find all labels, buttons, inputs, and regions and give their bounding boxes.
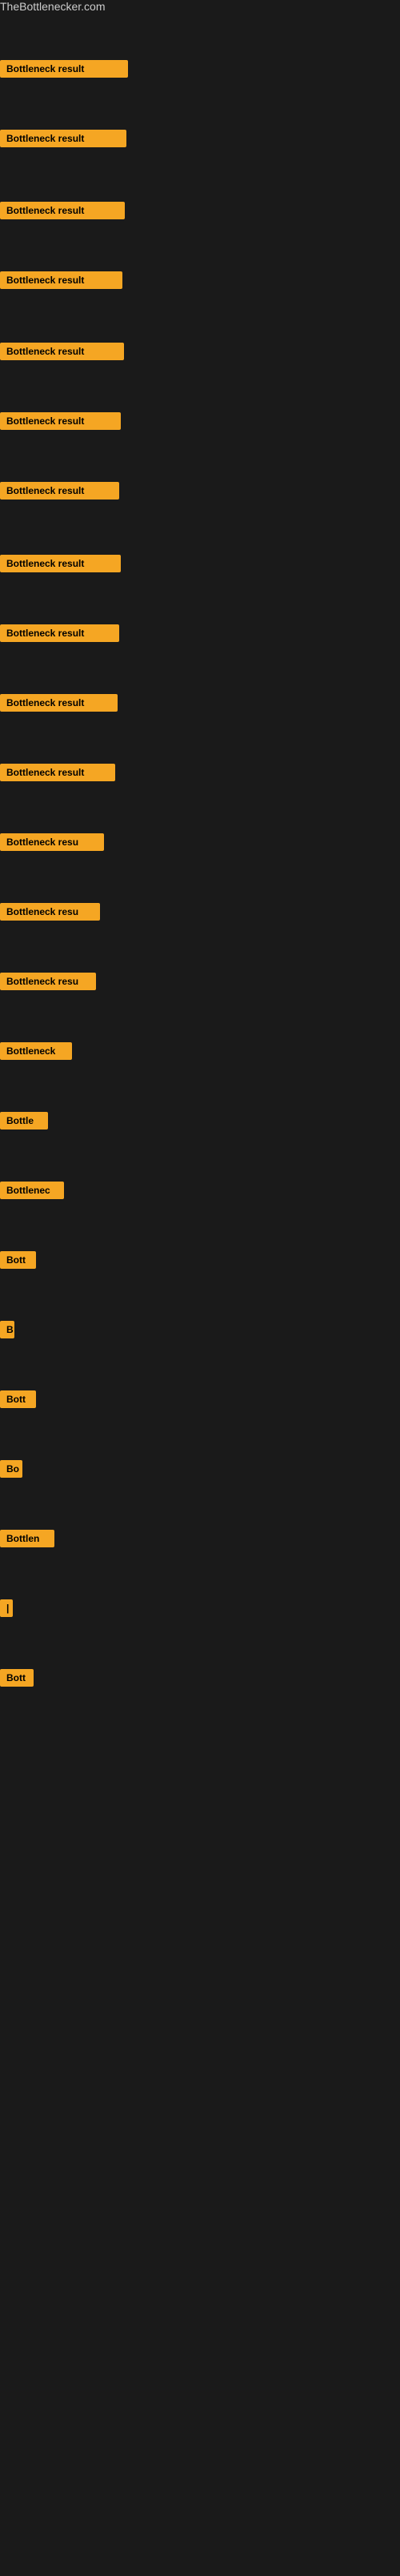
- bottleneck-result-badge[interactable]: Bottleneck: [0, 1042, 72, 1060]
- bottleneck-result-badge[interactable]: Bottleneck result: [0, 555, 121, 572]
- bottleneck-result-badge[interactable]: Bottleneck result: [0, 694, 118, 712]
- bottleneck-badge-row: Bottleneck result: [0, 202, 125, 223]
- bottleneck-badge-row: Bott: [0, 1251, 36, 1273]
- bottleneck-badge-row: Bottleneck result: [0, 624, 119, 646]
- site-title: TheBottlenecker.com: [0, 0, 400, 14]
- bottleneck-result-badge[interactable]: Bottleneck resu: [0, 833, 104, 851]
- bottleneck-result-badge[interactable]: Bottleneck result: [0, 764, 115, 781]
- bottleneck-result-badge[interactable]: Bottleneck result: [0, 202, 125, 219]
- bottleneck-result-badge[interactable]: Bottlenec: [0, 1182, 64, 1199]
- bottleneck-badge-row: Bottleneck result: [0, 271, 122, 293]
- bottleneck-result-badge[interactable]: Bo: [0, 1460, 22, 1478]
- bottleneck-badge-row: Bottleneck result: [0, 412, 121, 434]
- bottleneck-badge-row: Bottleneck result: [0, 694, 118, 716]
- bottleneck-badge-row: Bottle: [0, 1112, 48, 1134]
- bottleneck-result-badge[interactable]: Bott: [0, 1390, 36, 1408]
- bottleneck-badge-row: B: [0, 1321, 14, 1342]
- bottleneck-badge-row: Bo: [0, 1460, 22, 1482]
- bottleneck-result-badge[interactable]: Bottlen: [0, 1530, 54, 1547]
- bottleneck-badge-row: Bottleneck result: [0, 482, 119, 504]
- bottleneck-result-badge[interactable]: Bottleneck result: [0, 624, 119, 642]
- bottleneck-badge-row: Bottleneck result: [0, 764, 115, 785]
- bottleneck-badge-row: |: [0, 1599, 13, 1621]
- bottleneck-badge-row: Bottleneck result: [0, 555, 121, 576]
- bottleneck-badge-row: Bottleneck result: [0, 343, 124, 364]
- bottleneck-badge-row: Bottlenec: [0, 1182, 64, 1203]
- bottleneck-badge-row: Bottleneck result: [0, 130, 126, 151]
- bottleneck-result-badge[interactable]: Bott: [0, 1251, 36, 1269]
- bottleneck-result-badge[interactable]: Bott: [0, 1669, 34, 1687]
- bottleneck-result-badge[interactable]: Bottleneck result: [0, 130, 126, 147]
- bottleneck-badge-row: Bottleneck: [0, 1042, 72, 1064]
- bottleneck-result-badge[interactable]: Bottleneck resu: [0, 903, 100, 921]
- bottleneck-badge-row: Bottlen: [0, 1530, 54, 1551]
- bottleneck-badge-row: Bottleneck resu: [0, 833, 104, 855]
- bottleneck-badge-row: Bottleneck resu: [0, 973, 96, 994]
- bottleneck-badge-row: Bottleneck result: [0, 60, 128, 82]
- bottleneck-result-badge[interactable]: Bottleneck result: [0, 271, 122, 289]
- bottleneck-badge-row: Bottleneck resu: [0, 903, 100, 925]
- bottleneck-result-badge[interactable]: Bottleneck result: [0, 412, 121, 430]
- bottleneck-result-badge[interactable]: Bottleneck resu: [0, 973, 96, 990]
- bottleneck-badge-row: Bott: [0, 1390, 36, 1412]
- bottleneck-result-badge[interactable]: B: [0, 1321, 14, 1338]
- bottleneck-result-badge[interactable]: Bottle: [0, 1112, 48, 1130]
- bottleneck-result-badge[interactable]: Bottleneck result: [0, 482, 119, 500]
- bottleneck-result-badge[interactable]: Bottleneck result: [0, 60, 128, 78]
- bottleneck-result-badge[interactable]: |: [0, 1599, 13, 1617]
- bottleneck-result-badge[interactable]: Bottleneck result: [0, 343, 124, 360]
- bottleneck-badge-row: Bott: [0, 1669, 34, 1691]
